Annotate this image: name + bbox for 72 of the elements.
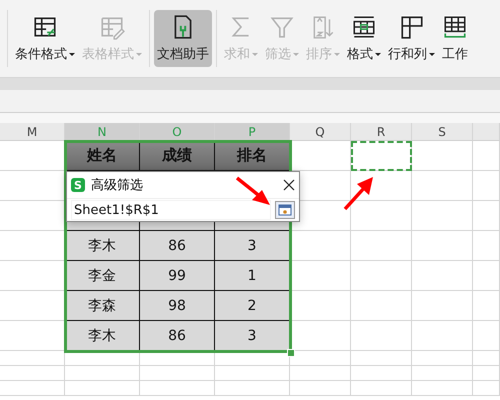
grid-cell xyxy=(412,231,473,261)
grid-cell xyxy=(351,201,412,231)
toolbar-button[interactable]: 条件格式 xyxy=(12,10,78,67)
grid-cell xyxy=(351,291,412,321)
grid-cell xyxy=(290,291,351,321)
grid-cell xyxy=(351,381,412,396)
app-logo: S xyxy=(71,178,85,192)
header-cell: 姓名 xyxy=(65,141,140,171)
grid-cell xyxy=(290,261,351,291)
window-icon xyxy=(278,204,292,216)
grid-cell xyxy=(412,171,473,201)
grid-cell xyxy=(473,141,500,171)
grid-cell xyxy=(473,291,500,321)
grid-cell xyxy=(412,291,473,321)
table-cell: 李森 xyxy=(65,291,140,321)
grid-cell xyxy=(0,351,65,366)
layout-icon xyxy=(398,14,424,40)
grid-cell xyxy=(0,366,65,381)
grid-cell xyxy=(351,351,412,366)
column-header[interactable]: R xyxy=(351,123,412,141)
header-cell: 排名 xyxy=(215,141,290,171)
grid-cell xyxy=(412,261,473,291)
table-cell: 3 xyxy=(215,231,290,261)
toolbar-button[interactable]: 工作 xyxy=(439,10,471,67)
table-cell: 3 xyxy=(215,321,290,351)
grid-cell xyxy=(473,201,500,231)
table-cell: 86 xyxy=(140,321,215,351)
grid-cell xyxy=(473,261,500,291)
table-cell: 1 xyxy=(215,261,290,291)
column-header[interactable]: M xyxy=(0,123,65,141)
pointer-arrow xyxy=(236,176,270,205)
grid-cell xyxy=(0,381,65,396)
grid-cell xyxy=(473,171,500,201)
close-icon[interactable] xyxy=(283,179,295,191)
grid-cell xyxy=(351,321,412,351)
column-header[interactable]: Q xyxy=(290,123,351,141)
grid-cell xyxy=(290,231,351,261)
grid-cell xyxy=(290,366,351,381)
grid-cell xyxy=(412,366,473,381)
grid-format-icon xyxy=(351,14,377,40)
toolbar-button[interactable]: 行和列 xyxy=(385,10,438,67)
pointer-arrow xyxy=(344,177,373,210)
table-cell: 98 xyxy=(140,291,215,321)
table-cell: 99 xyxy=(140,261,215,291)
toolbar-button[interactable]: 文档助手 xyxy=(154,10,212,67)
grid-cell xyxy=(412,201,473,231)
grid-cell xyxy=(473,231,500,261)
column-header[interactable]: S xyxy=(412,123,473,141)
sheet-icon xyxy=(442,14,468,40)
toolbar-button[interactable]: 格式 xyxy=(344,10,384,67)
grid-cell xyxy=(412,381,473,396)
table-cell: 李木 xyxy=(65,231,140,261)
fill-handle[interactable] xyxy=(287,349,295,357)
table-cell: 86 xyxy=(140,231,215,261)
table-cell: 李金 xyxy=(65,261,140,291)
header-cell: 成绩 xyxy=(140,141,215,171)
grid-cell xyxy=(412,141,473,171)
table-cell: 李木 xyxy=(65,321,140,351)
grid-cell xyxy=(351,366,412,381)
grid-cell xyxy=(473,381,500,396)
grid-cell xyxy=(412,351,473,366)
range-field[interactable]: Sheet1!$R$1 xyxy=(71,200,271,220)
dialog-title: 高级筛选 xyxy=(91,177,143,194)
grid-cell xyxy=(473,351,500,366)
table-cell: 2 xyxy=(215,291,290,321)
grid-cell xyxy=(473,321,500,351)
grid-cell xyxy=(351,261,412,291)
grid-cell xyxy=(412,321,473,351)
grid-cell xyxy=(290,381,351,396)
collapse-button[interactable] xyxy=(275,201,295,219)
grid-cell xyxy=(473,366,500,381)
grid-cell xyxy=(351,231,412,261)
